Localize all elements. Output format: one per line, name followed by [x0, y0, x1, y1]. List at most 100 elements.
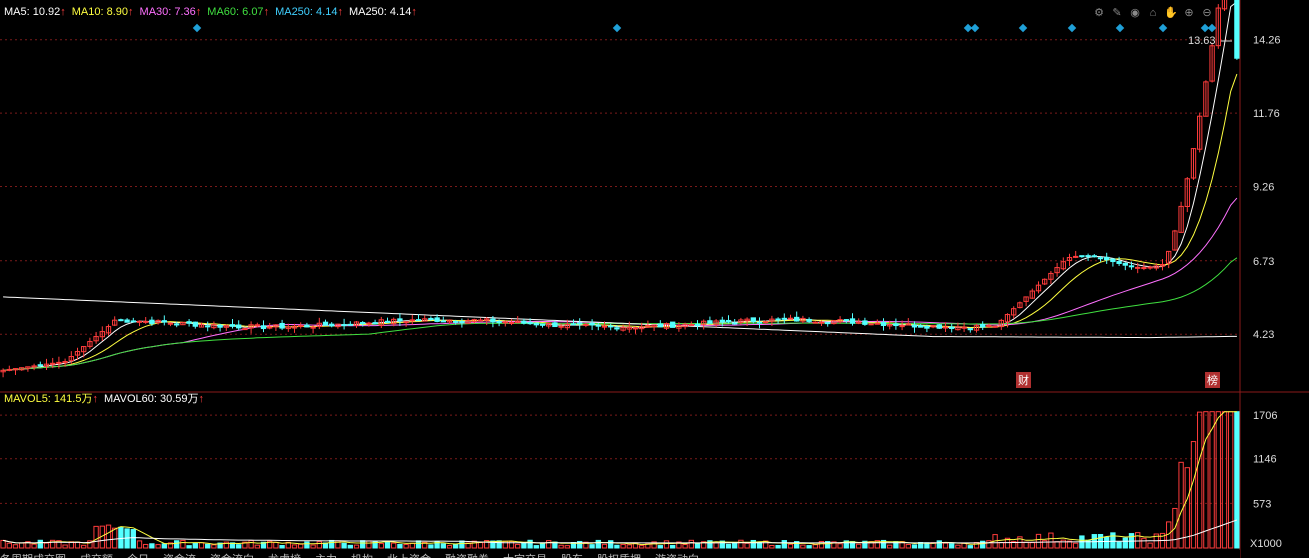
- candle-body: [372, 322, 378, 325]
- volume-grid: [0, 414, 1240, 504]
- gear-icon[interactable]: ⚙: [1092, 6, 1106, 20]
- volume-bar: [62, 544, 68, 549]
- up-arrow-icon: ↑: [195, 6, 202, 18]
- candle-body: [1135, 266, 1141, 269]
- hand-icon[interactable]: ✋: [1164, 6, 1178, 20]
- volume-bar: [601, 543, 608, 549]
- legend-item: MA250: 4.14↑: [275, 6, 343, 18]
- bottom-tab[interactable]: 股东: [561, 551, 583, 558]
- bottom-tab[interactable]: 各周期成交图: [0, 551, 66, 558]
- volume-bar: [384, 540, 391, 549]
- candle-body: [279, 322, 285, 329]
- candle-body: [533, 322, 539, 326]
- volume-tick-label: 1146: [1253, 454, 1277, 466]
- volume-bar: [725, 543, 732, 549]
- volume-bar: [887, 544, 893, 549]
- bottom-tab[interactable]: 融资融券: [445, 551, 489, 558]
- volume-bar: [980, 540, 986, 549]
- bottom-tab[interactable]: 游资动向: [655, 551, 699, 558]
- candle-body: [149, 319, 155, 325]
- volume-bar: [304, 541, 310, 549]
- legend-item: MA250: 4.14↑: [348, 6, 417, 18]
- candle-body: [657, 323, 663, 328]
- candle-body: [725, 319, 732, 323]
- candle-body: [310, 326, 316, 329]
- volume-bar: [961, 542, 967, 549]
- candle-body: [1141, 267, 1147, 270]
- volume-bar: [1184, 467, 1190, 549]
- volume-bar: [143, 543, 149, 549]
- volume-bar: [998, 542, 1004, 549]
- volume-bar: [298, 543, 304, 549]
- legend-item: MA30: 7.36↑: [139, 6, 202, 18]
- volume-bars: [0, 411, 1240, 549]
- list-tag[interactable]: 榜: [1205, 372, 1220, 388]
- candle-body: [583, 323, 589, 326]
- bottom-tab[interactable]: 今日: [127, 551, 149, 558]
- candle-body: [899, 325, 905, 328]
- volume-bar: [564, 545, 570, 549]
- bottom-tab[interactable]: 成交额: [80, 551, 113, 558]
- volume-bar: [310, 544, 316, 549]
- volume-bar: [415, 540, 422, 549]
- volume-bar: [1234, 411, 1240, 549]
- volume-bar: [459, 540, 465, 549]
- chart-canvas: 14.26 11.76 9.26 6.73 4.23 1706 1146 573 X1000: [0, 0, 1309, 558]
- candle-body: [775, 318, 781, 321]
- chart-toolbar: ⚙ ✎ ◉ ⌂ ✋ ⊕ ⊖: [1092, 6, 1214, 20]
- volume-bar: [1073, 542, 1079, 549]
- volume-bar: [180, 539, 186, 549]
- volume-bar: [1023, 541, 1029, 549]
- volume-bar: [663, 540, 670, 549]
- candle-body: [794, 316, 800, 322]
- legend-item: MAVOL60: 30.59万↑: [103, 393, 205, 405]
- candle-body: [756, 321, 763, 324]
- bottom-tab[interactable]: 机构: [351, 551, 373, 558]
- candle-body: [570, 323, 577, 326]
- candle-body: [366, 322, 372, 325]
- volume-bar: [130, 529, 136, 549]
- candle-body: [849, 318, 856, 324]
- candle-body: [961, 326, 967, 329]
- volume-bar: [1110, 532, 1116, 549]
- volume-bar: [440, 543, 446, 549]
- candle-body: [124, 319, 130, 323]
- bottom-tab[interactable]: 股权质押: [597, 551, 641, 558]
- volume-bar: [316, 541, 322, 549]
- volume-bar: [744, 542, 750, 549]
- price-legend: MA5: 10.92↑ MA10: 8.90↑ MA30: 7.36↑ MA60: 6…: [4, 6, 423, 18]
- candle-body: [50, 362, 56, 365]
- bottom-tab[interactable]: 资金流: [163, 551, 196, 558]
- bottom-tab[interactable]: 龙虎榜: [268, 551, 301, 558]
- candle-body: [806, 318, 812, 322]
- candle-body: [118, 319, 124, 322]
- candle-body: [843, 319, 849, 322]
- pencil-icon[interactable]: ✎: [1110, 6, 1124, 20]
- basket-icon[interactable]: ⌂: [1146, 6, 1160, 20]
- candle-body: [911, 324, 918, 328]
- candle-body: [825, 322, 831, 325]
- up-arrow-icon: ↑: [198, 393, 205, 405]
- candle-body: [787, 317, 794, 320]
- event-marker-icon: [612, 23, 622, 33]
- volume-bar: [211, 544, 217, 549]
- volume-bar: [1135, 532, 1141, 549]
- candle-body: [893, 323, 899, 327]
- eye-icon[interactable]: ◉: [1128, 6, 1142, 20]
- candle-body: [1091, 255, 1097, 258]
- bottom-tab[interactable]: 资金流向: [210, 551, 254, 558]
- bottom-tab[interactable]: 大宗交易: [503, 551, 547, 558]
- candle-body: [192, 321, 198, 327]
- bottom-tab[interactable]: 北上资金: [387, 551, 431, 558]
- up-arrow-icon: ↑: [92, 393, 98, 405]
- candle-body: [236, 324, 242, 329]
- volume-bar: [1228, 411, 1234, 549]
- volume-bar: [1221, 411, 1228, 549]
- volume-bar: [192, 542, 198, 549]
- volume-bar: [911, 544, 918, 549]
- bottom-tab[interactable]: 主力: [315, 551, 337, 558]
- zoom-in-icon[interactable]: ⊕: [1182, 6, 1196, 20]
- zoom-out-icon[interactable]: ⊖: [1200, 6, 1214, 20]
- candle-body: [403, 321, 409, 324]
- finance-tag[interactable]: 财: [1016, 372, 1031, 388]
